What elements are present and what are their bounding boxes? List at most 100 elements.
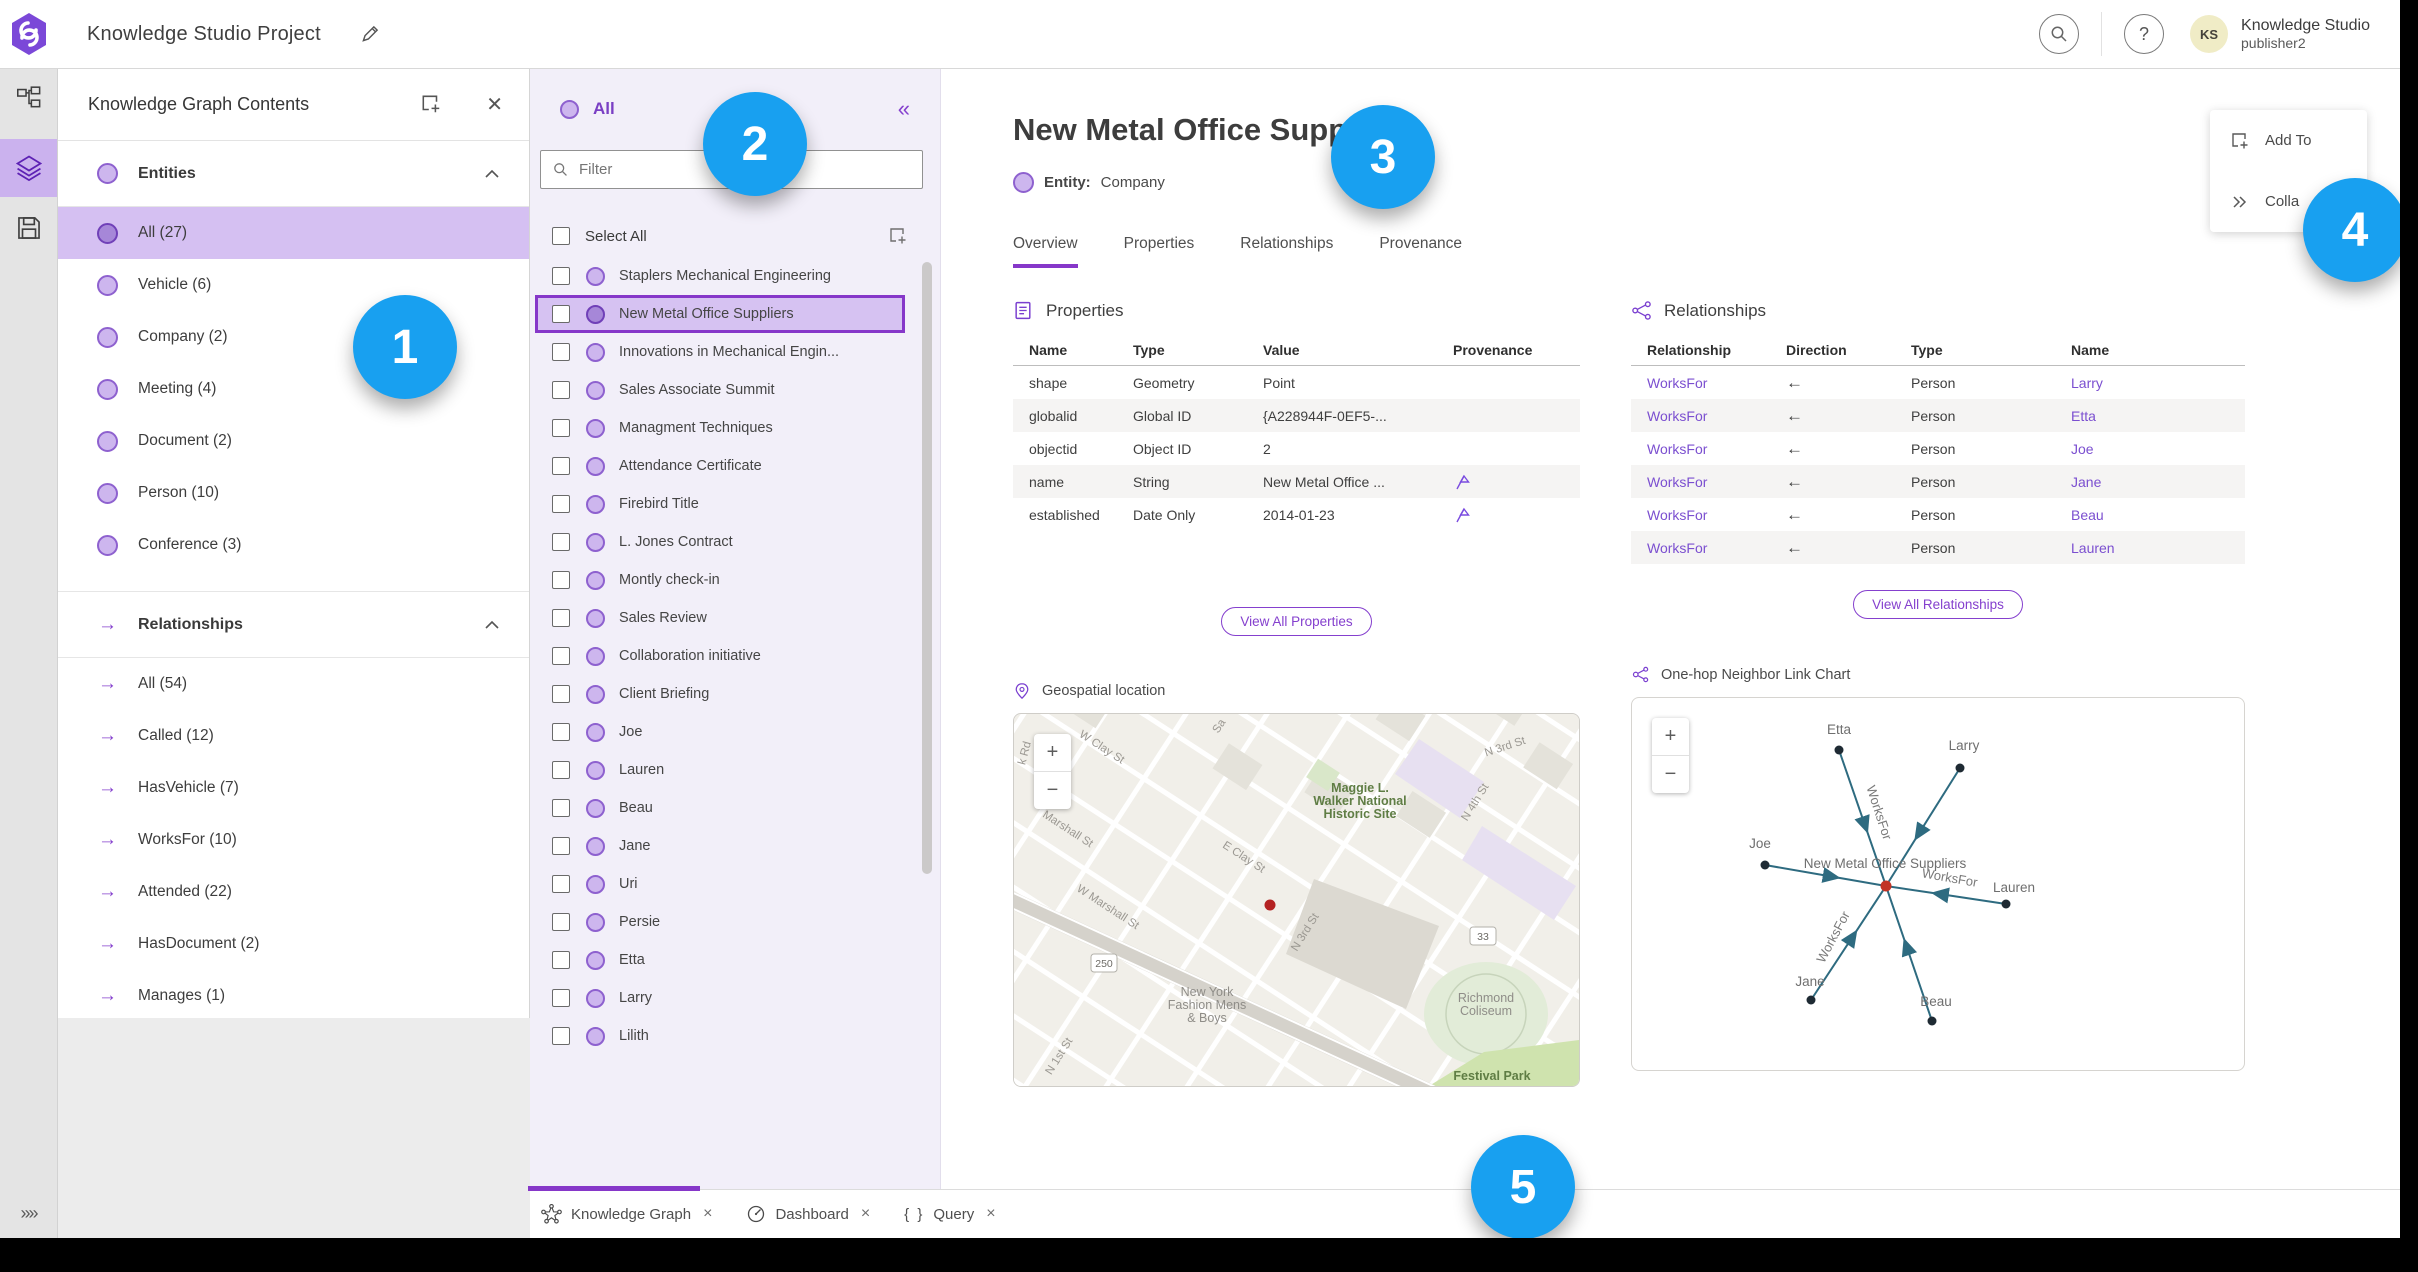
help-button[interactable]: ? [2124, 14, 2165, 54]
item-checkbox[interactable] [552, 647, 570, 665]
zoom-in-button[interactable]: + [1652, 718, 1689, 755]
close-tab-icon[interactable]: × [861, 1205, 870, 1223]
entity-list-item[interactable]: Montly check-in [535, 561, 905, 599]
sidebar-relationship-item[interactable]: → WorksFor (10) [57, 814, 529, 866]
detail-tab[interactable]: Overview [1013, 235, 1078, 268]
relationship-link[interactable]: WorksFor [1647, 540, 1707, 556]
entity-list-item[interactable]: Lilith [535, 1017, 905, 1055]
sidebar-relationship-item[interactable]: → Called (12) [57, 710, 529, 762]
zoom-out-button[interactable]: − [1652, 755, 1689, 793]
related-entity-link[interactable]: Larry [2071, 375, 2103, 391]
zoom-out-button[interactable]: − [1034, 771, 1071, 809]
search-button[interactable] [2039, 14, 2080, 54]
relationship-link[interactable]: WorksFor [1647, 507, 1707, 523]
entity-list-item[interactable]: Staplers Mechanical Engineering [535, 257, 905, 295]
view-all-properties-button[interactable]: View All Properties [1221, 607, 1372, 636]
chevron-up-icon[interactable] [485, 620, 499, 629]
sidebar-entity-item[interactable]: Conference (3) [57, 519, 529, 571]
sidebar-entity-item[interactable]: Vehicle (6) [57, 259, 529, 311]
item-checkbox[interactable] [552, 1027, 570, 1045]
related-entity-link[interactable]: Etta [2071, 408, 2096, 424]
entity-list-item[interactable]: Uri [535, 865, 905, 903]
view-all-relationships-button[interactable]: View All Relationships [1853, 590, 2023, 619]
geospatial-map[interactable]: k Rd W Clay St Sa Marshall St W Marshall St E… [1013, 713, 1580, 1087]
entity-list-item[interactable]: Collaboration initiative [535, 637, 905, 675]
sidebar-entity-item[interactable]: All (27) [57, 207, 529, 259]
close-tab-icon[interactable]: × [703, 1205, 712, 1223]
sidebar-relationship-item[interactable]: → HasVehicle (7) [57, 762, 529, 814]
item-checkbox[interactable] [552, 305, 570, 323]
item-checkbox[interactable] [552, 495, 570, 513]
entity-list-item[interactable]: L. Jones Contract [535, 523, 905, 561]
relationships-section-header[interactable]: → Relationships [57, 591, 529, 658]
entity-list-item[interactable]: Sales Review [535, 599, 905, 637]
sidebar-relationship-item[interactable]: → All (54) [57, 658, 529, 710]
entity-list-item[interactable]: Joe [535, 713, 905, 751]
rail-save-button[interactable] [0, 215, 57, 241]
zoom-in-button[interactable]: + [1034, 734, 1071, 771]
item-checkbox[interactable] [552, 267, 570, 285]
sidebar-relationship-item[interactable]: → Manages (1) [57, 970, 529, 1022]
entity-list-item[interactable]: Sales Associate Summit [535, 371, 905, 409]
sidebar-entity-item[interactable]: Document (2) [57, 415, 529, 467]
add-selection-button[interactable] [884, 222, 912, 250]
related-entity-link[interactable]: Jane [2071, 474, 2101, 490]
add-to-menu-item[interactable]: Add To [2210, 110, 2367, 171]
entity-list-item[interactable]: Larry [535, 979, 905, 1017]
detail-tab[interactable]: Relationships [1240, 235, 1333, 268]
one-hop-link-chart[interactable]: Etta Larry Joe Lauren Jane Beau New Metal Offi… [1631, 697, 2245, 1071]
relationship-link[interactable]: WorksFor [1647, 375, 1707, 391]
entities-section-header[interactable]: Entities [57, 141, 529, 207]
item-checkbox[interactable] [552, 875, 570, 893]
collapse-panel-button[interactable]: « [892, 95, 916, 123]
sidebar-relationship-item[interactable]: → Attended (22) [57, 866, 529, 918]
item-checkbox[interactable] [552, 343, 570, 361]
chevron-up-icon[interactable] [485, 169, 499, 178]
relationship-link[interactable]: WorksFor [1647, 474, 1707, 490]
close-panel-button[interactable]: ✕ [482, 88, 507, 121]
item-checkbox[interactable] [552, 609, 570, 627]
close-tab-icon[interactable]: × [986, 1205, 995, 1223]
entity-list-item[interactable]: Persie [535, 903, 905, 941]
entity-list-item[interactable]: New Metal Office Suppliers [535, 295, 905, 333]
sidebar-relationship-item[interactable]: → HasDocument (2) [57, 918, 529, 970]
item-checkbox[interactable] [552, 457, 570, 475]
item-checkbox[interactable] [552, 913, 570, 931]
entity-list-item[interactable]: Attendance Certificate [535, 447, 905, 485]
item-checkbox[interactable] [552, 381, 570, 399]
item-checkbox[interactable] [552, 837, 570, 855]
tab-query[interactable]: { } Query × [904, 1205, 995, 1223]
entity-list-item[interactable]: Beau [535, 789, 905, 827]
sidebar-entity-item[interactable]: Company (2) [57, 311, 529, 363]
avatar[interactable]: KS [2190, 15, 2229, 53]
tab-dashboard[interactable]: Dashboard × [746, 1204, 870, 1224]
related-entity-link[interactable]: Beau [2071, 507, 2104, 523]
sidebar-entity-item[interactable]: Meeting (4) [57, 363, 529, 415]
scrollbar-thumb[interactable] [922, 262, 932, 874]
item-checkbox[interactable] [552, 951, 570, 969]
item-checkbox[interactable] [552, 799, 570, 817]
detail-tab[interactable]: Properties [1124, 235, 1195, 268]
entity-list-item[interactable]: Managment Techniques [535, 409, 905, 447]
detail-tab[interactable]: Provenance [1379, 235, 1462, 268]
select-all-checkbox[interactable] [552, 227, 570, 245]
item-checkbox[interactable] [552, 761, 570, 779]
entity-list-item[interactable]: Innovations in Mechanical Engin... [535, 333, 905, 371]
relationship-link[interactable]: WorksFor [1647, 441, 1707, 457]
tab-knowledge-graph[interactable]: Knowledge Graph × [541, 1203, 712, 1225]
item-checkbox[interactable] [552, 419, 570, 437]
user-menu[interactable]: Knowledge Studio publisher2 [2241, 16, 2370, 52]
item-checkbox[interactable] [552, 533, 570, 551]
entity-list-item[interactable]: Lauren [535, 751, 905, 789]
provenance-flag-icon[interactable] [1453, 506, 1580, 524]
add-layer-button[interactable] [416, 89, 446, 119]
rail-layers-button[interactable] [0, 154, 57, 182]
entity-list-item[interactable]: Etta [535, 941, 905, 979]
rename-project-button[interactable] [355, 19, 385, 49]
related-entity-link[interactable]: Joe [2071, 441, 2094, 457]
item-checkbox[interactable] [552, 571, 570, 589]
item-checkbox[interactable] [552, 989, 570, 1007]
relationship-link[interactable]: WorksFor [1647, 408, 1707, 424]
provenance-flag-icon[interactable] [1453, 473, 1580, 491]
entity-list-item[interactable]: Jane [535, 827, 905, 865]
